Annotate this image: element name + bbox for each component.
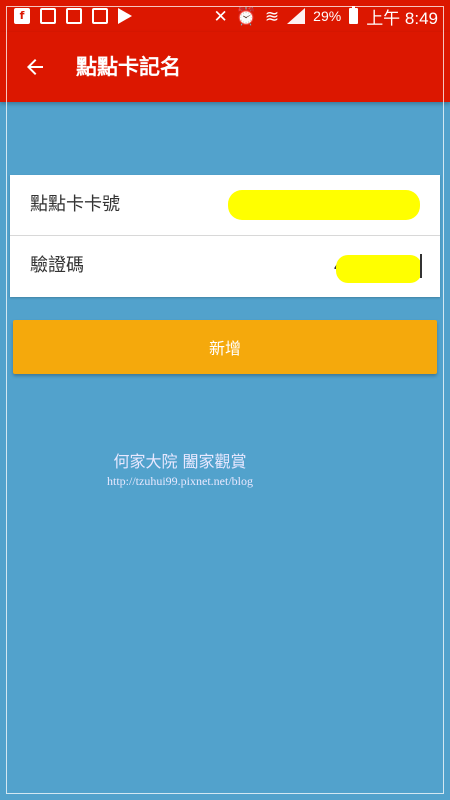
- form-card: 點點卡卡號 驗證碼 4: [10, 175, 440, 297]
- watermark-name: 何家大院 闔家觀賞: [113, 452, 247, 471]
- message-icon: [40, 8, 56, 24]
- watermark-url: http://tzuhui99.pixnet.net/blog: [107, 474, 253, 488]
- verification-code-field-redacted[interactable]: [336, 255, 422, 283]
- card-number-row[interactable]: 點點卡卡號: [10, 175, 440, 235]
- alarm-icon: ⏰: [235, 6, 257, 26]
- battery-icon: [349, 6, 359, 24]
- card-number-field-redacted[interactable]: [228, 190, 420, 220]
- page-title: 點點卡記名: [76, 55, 181, 79]
- arrow-left-icon: [27, 59, 43, 75]
- facebook-icon: f: [14, 8, 30, 24]
- play-store-icon: [118, 8, 132, 24]
- image-icon: [66, 8, 82, 24]
- system-status: ✕ ⏰ ≋ 29% 上午 8:49: [213, 0, 438, 32]
- mute-icon: ✕: [213, 6, 228, 26]
- photo-frame-border: [6, 6, 444, 794]
- flipboard-icon: [92, 8, 108, 24]
- back-button[interactable]: [18, 50, 52, 84]
- notification-icons: f: [0, 8, 132, 24]
- card-number-label: 點點卡卡號: [30, 194, 120, 215]
- app-toolbar: 點點卡記名: [0, 32, 450, 102]
- wifi-icon: ≋: [264, 6, 280, 26]
- battery-percent: 29%: [313, 8, 342, 24]
- verification-code-row[interactable]: 驗證碼 4: [10, 235, 440, 296]
- status-bar: f ✕ ⏰ ≋ 29% 上午 8:49: [0, 0, 450, 32]
- signal-icon: [287, 8, 306, 24]
- text-cursor: [420, 254, 422, 278]
- add-button[interactable]: 新增: [13, 320, 437, 374]
- verification-code-label: 驗證碼: [30, 255, 84, 276]
- clock: 上午 8:49: [366, 8, 438, 28]
